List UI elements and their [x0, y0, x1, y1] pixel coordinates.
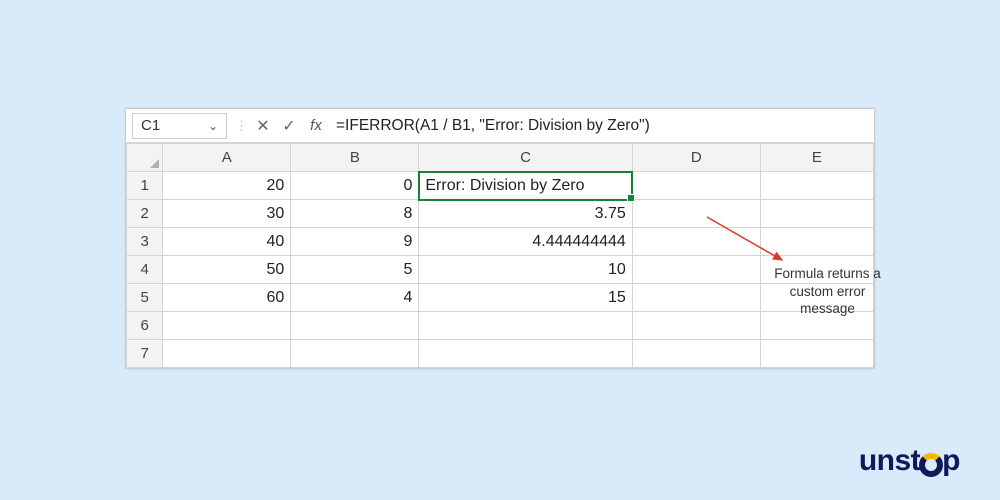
logo-o-icon [919, 453, 943, 477]
cell[interactable] [291, 340, 419, 368]
cell[interactable]: 9 [291, 228, 419, 256]
col-header-A[interactable]: A [163, 144, 291, 172]
cell[interactable] [163, 312, 291, 340]
cell[interactable] [760, 172, 873, 200]
cancel-icon[interactable]: ✕ [250, 116, 276, 136]
cell[interactable] [632, 256, 760, 284]
cell[interactable] [632, 228, 760, 256]
cell[interactable]: 40 [163, 228, 291, 256]
cell[interactable]: 8 [291, 200, 419, 228]
row-header[interactable]: 4 [127, 256, 163, 284]
cell[interactable]: 4 [291, 284, 419, 312]
cell[interactable] [291, 312, 419, 340]
row-header[interactable]: 7 [127, 340, 163, 368]
separator: ⋮ [233, 118, 250, 134]
cell[interactable]: 10 [419, 256, 632, 284]
cell[interactable] [163, 340, 291, 368]
cell[interactable]: 60 [163, 284, 291, 312]
cell[interactable] [632, 340, 760, 368]
cell-selected[interactable]: Error: Division by Zero [419, 172, 632, 200]
cell[interactable] [632, 200, 760, 228]
cell[interactable] [760, 200, 873, 228]
cell[interactable]: 3.75 [419, 200, 632, 228]
cell[interactable] [632, 284, 760, 312]
cell[interactable]: 5 [291, 256, 419, 284]
formula-input[interactable]: =IFERROR(A1 / B1, "Error: Division by Ze… [330, 117, 874, 135]
name-box[interactable]: C1 ⌄ [132, 113, 227, 139]
cell[interactable] [760, 340, 873, 368]
cell[interactable] [419, 340, 632, 368]
enter-icon[interactable]: ✓ [276, 116, 302, 136]
chevron-down-icon[interactable]: ⌄ [208, 119, 218, 133]
cell[interactable]: 20 [163, 172, 291, 200]
row-header[interactable]: 3 [127, 228, 163, 256]
cell[interactable]: 50 [163, 256, 291, 284]
fx-icon[interactable]: fx [302, 117, 330, 134]
name-box-value: C1 [141, 117, 160, 134]
spreadsheet-window: C1 ⌄ ⋮ ✕ ✓ fx =IFERROR(A1 / B1, "Error: … [125, 108, 875, 369]
formula-bar: C1 ⌄ ⋮ ✕ ✓ fx =IFERROR(A1 / B1, "Error: … [126, 109, 874, 143]
select-all-corner[interactable] [127, 144, 163, 172]
cell[interactable]: 4.444444444 [419, 228, 632, 256]
row-header[interactable]: 5 [127, 284, 163, 312]
col-header-D[interactable]: D [632, 144, 760, 172]
cell[interactable] [419, 312, 632, 340]
row-header[interactable]: 2 [127, 200, 163, 228]
cell[interactable]: 0 [291, 172, 419, 200]
cell[interactable]: 30 [163, 200, 291, 228]
col-header-B[interactable]: B [291, 144, 419, 172]
row-header[interactable]: 1 [127, 172, 163, 200]
cell[interactable] [760, 228, 873, 256]
unstop-logo: unstp [859, 444, 960, 478]
cell[interactable]: 15 [419, 284, 632, 312]
cell[interactable] [632, 312, 760, 340]
col-header-C[interactable]: C [419, 144, 632, 172]
cell[interactable] [632, 172, 760, 200]
col-header-E[interactable]: E [760, 144, 873, 172]
row-header[interactable]: 6 [127, 312, 163, 340]
worksheet-grid[interactable]: A B C D E 1 20 0 Error: Division by Zero… [126, 143, 874, 368]
annotation-text: Formula returns a custom error message [765, 265, 890, 318]
